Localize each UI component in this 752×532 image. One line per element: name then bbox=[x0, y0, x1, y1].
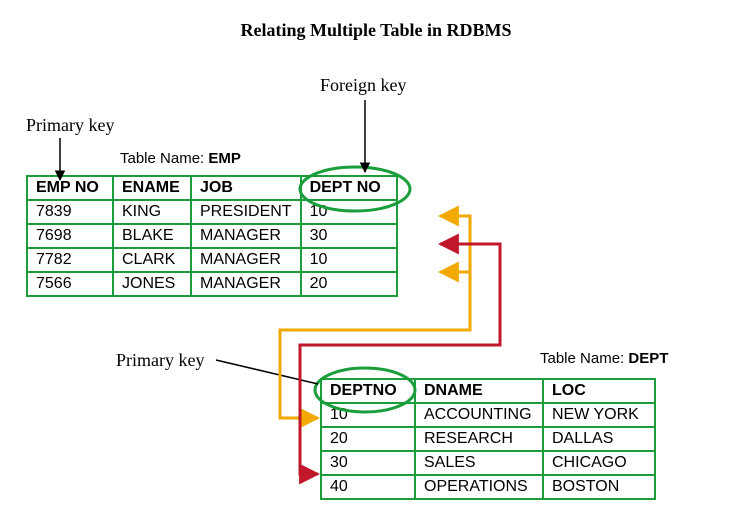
dept-table: DEPTNO DNAME LOC 10 ACCOUNTING NEW YORK … bbox=[320, 378, 656, 500]
cell: 10 bbox=[301, 200, 397, 224]
col-ename: ENAME bbox=[113, 176, 191, 200]
dept-table-caption: Table Name: DEPT bbox=[540, 350, 668, 367]
cell: 30 bbox=[321, 451, 415, 475]
caption-name: DEPT bbox=[628, 350, 668, 367]
table-row: 7698 BLAKE MANAGER 30 bbox=[27, 224, 397, 248]
table-row: 40 OPERATIONS BOSTON bbox=[321, 475, 655, 499]
emp-table: EMP NO ENAME JOB DEPT NO 7839 KING PRESI… bbox=[26, 175, 398, 297]
table-header-row: EMP NO ENAME JOB DEPT NO bbox=[27, 176, 397, 200]
caption-prefix: Table Name: bbox=[120, 150, 208, 167]
col-loc: LOC bbox=[543, 379, 655, 403]
caption-prefix: Table Name: bbox=[540, 350, 628, 367]
cell: 7566 bbox=[27, 272, 113, 296]
cell: BLAKE bbox=[113, 224, 191, 248]
cell: 20 bbox=[321, 427, 415, 451]
table-row: 7566 JONES MANAGER 20 bbox=[27, 272, 397, 296]
col-empno: EMP NO bbox=[27, 176, 113, 200]
table-row: 7839 KING PRESIDENT 10 bbox=[27, 200, 397, 224]
cell: MANAGER bbox=[191, 224, 301, 248]
cell: ACCOUNTING bbox=[415, 403, 543, 427]
emp-table-caption: Table Name: EMP bbox=[120, 150, 241, 167]
foreign-key-label: Foreign key bbox=[320, 75, 406, 96]
caption-name: EMP bbox=[208, 150, 241, 167]
cell: RESEARCH bbox=[415, 427, 543, 451]
cell: 30 bbox=[301, 224, 397, 248]
table-row: 30 SALES CHICAGO bbox=[321, 451, 655, 475]
cell: 40 bbox=[321, 475, 415, 499]
cell: KING bbox=[113, 200, 191, 224]
cell: 7839 bbox=[27, 200, 113, 224]
pk2-line bbox=[216, 360, 318, 384]
cell: JONES bbox=[113, 272, 191, 296]
cell: CLARK bbox=[113, 248, 191, 272]
cell: OPERATIONS bbox=[415, 475, 543, 499]
cell: NEW YORK bbox=[543, 403, 655, 427]
cell: 7782 bbox=[27, 248, 113, 272]
primary-key-label-2: Primary key bbox=[116, 350, 204, 371]
col-deptno: DEPTNO bbox=[321, 379, 415, 403]
col-job: JOB bbox=[191, 176, 301, 200]
col-dname: DNAME bbox=[415, 379, 543, 403]
cell: DALLAS bbox=[543, 427, 655, 451]
diagram-title: Relating Multiple Table in RDBMS bbox=[0, 0, 752, 41]
cell: 7698 bbox=[27, 224, 113, 248]
cell: PRESIDENT bbox=[191, 200, 301, 224]
table-row: 20 RESEARCH DALLAS bbox=[321, 427, 655, 451]
cell: MANAGER bbox=[191, 248, 301, 272]
cell: SALES bbox=[415, 451, 543, 475]
cell: MANAGER bbox=[191, 272, 301, 296]
table-row: 10 ACCOUNTING NEW YORK bbox=[321, 403, 655, 427]
table-header-row: DEPTNO DNAME LOC bbox=[321, 379, 655, 403]
cell: BOSTON bbox=[543, 475, 655, 499]
primary-key-label-1: Primary key bbox=[26, 115, 114, 136]
cell: 10 bbox=[321, 403, 415, 427]
col-deptno: DEPT NO bbox=[301, 176, 397, 200]
cell: CHICAGO bbox=[543, 451, 655, 475]
cell: 20 bbox=[301, 272, 397, 296]
cell: 10 bbox=[301, 248, 397, 272]
table-row: 7782 CLARK MANAGER 10 bbox=[27, 248, 397, 272]
